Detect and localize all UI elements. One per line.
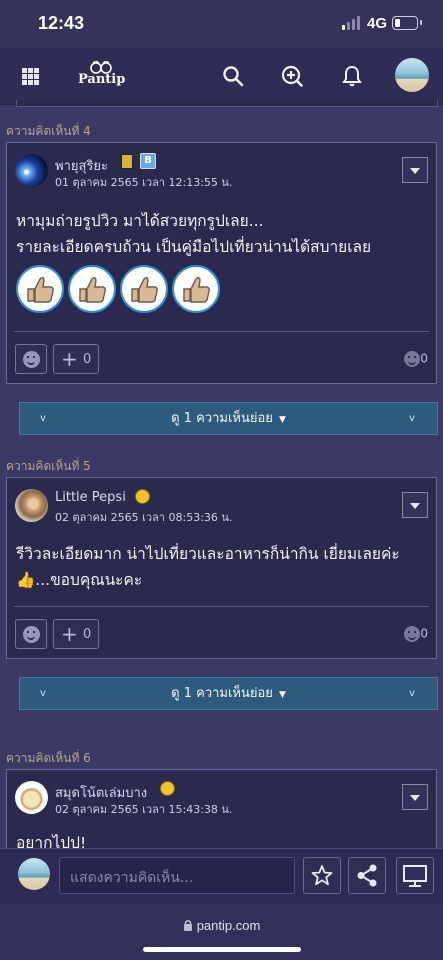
lock-icon bbox=[183, 920, 192, 931]
chevron-down-icon: ▼ bbox=[278, 415, 286, 425]
view-replies-label: ดู 1 ความเห็นย่อย bbox=[171, 686, 273, 701]
desktop-view-button[interactable] bbox=[396, 857, 434, 894]
comment-options-button[interactable] bbox=[402, 157, 428, 183]
favorite-button[interactable] bbox=[303, 857, 341, 894]
search-icon[interactable] bbox=[221, 64, 245, 88]
card-divider bbox=[14, 331, 429, 332]
status-bar: 12:43 4G bbox=[0, 0, 443, 48]
previous-card-edge bbox=[16, 100, 438, 107]
smiley-icon bbox=[23, 626, 40, 643]
comment-line: 👍...ขอบคุณนะคะ bbox=[16, 571, 143, 589]
user-avatar[interactable] bbox=[395, 58, 429, 92]
plus-count: 0 bbox=[83, 627, 92, 642]
smiley-icon bbox=[23, 351, 40, 368]
url-text: pantip.com bbox=[196, 918, 261, 933]
status-time: 12:43 bbox=[38, 13, 85, 33]
browser-address-bar: pantip.com bbox=[0, 904, 443, 960]
view-replies-button[interactable]: v ดู 1 ความเห็นย่อย ▼ v bbox=[19, 677, 438, 710]
comment-line: รายละเอียดครบถ้วน เป็นคู่มือไปเที่ยวน่าน… bbox=[16, 238, 372, 256]
card-divider bbox=[14, 606, 429, 607]
network-type: 4G bbox=[367, 15, 388, 32]
smiley-icon bbox=[404, 351, 421, 367]
thumbs-up-icon bbox=[68, 265, 116, 313]
add-topic-icon[interactable] bbox=[280, 64, 304, 88]
thumbs-up-icon bbox=[120, 265, 168, 313]
emotion-button[interactable] bbox=[15, 344, 47, 374]
plus-icon: + bbox=[61, 347, 78, 371]
chevron-down-icon: v bbox=[409, 688, 415, 699]
author-avatar[interactable] bbox=[15, 781, 48, 814]
author-avatar[interactable] bbox=[15, 154, 48, 187]
battery-icon bbox=[392, 16, 422, 30]
share-button[interactable] bbox=[348, 857, 386, 894]
comment-options-button[interactable] bbox=[402, 492, 428, 518]
star-icon bbox=[311, 865, 333, 886]
thumbs-up-icon bbox=[16, 265, 64, 313]
comment-card: Little Pepsi 02 ตุลาคม 2565 เวลา 08:53:3… bbox=[6, 477, 437, 659]
comment-options-button[interactable] bbox=[402, 784, 428, 810]
chevron-down-icon: v bbox=[40, 413, 46, 424]
comment-compose-bar: แสดงความคิดเห็น... bbox=[0, 848, 443, 905]
thumbs-up-icon bbox=[172, 265, 220, 313]
emotion-count[interactable]: 0 bbox=[404, 351, 428, 367]
author-avatar[interactable] bbox=[15, 489, 48, 522]
view-replies-label: ดู 1 ความเห็นย่อย bbox=[171, 411, 273, 426]
author-name[interactable]: Little Pepsi bbox=[55, 490, 126, 505]
smiley-icon bbox=[404, 626, 421, 642]
comment-line: หามุมถ่ายรูปวิว มาได้สวยทุกรูปเลย... bbox=[16, 212, 264, 230]
monitor-icon bbox=[403, 865, 427, 887]
comment-date: 02 ตุลาคม 2565 เวลา 08:53:36 น. bbox=[55, 511, 233, 524]
plus-vote-button[interactable]: +0 bbox=[53, 344, 99, 374]
comment-body: รีวิวละเอียดมาก น่าไปเที่ยวและอาหารก็น่า… bbox=[16, 541, 400, 593]
comment-card: พายุสุริยะ B 01 ตุลาคม 2565 เวลา 12:13:5… bbox=[6, 142, 437, 384]
emotion-button[interactable] bbox=[15, 619, 47, 649]
signal-icon bbox=[342, 16, 362, 30]
comment-date: 01 ตุลาคม 2565 เวลา 12:13:55 น. bbox=[55, 176, 233, 189]
laughing-emoji-icon bbox=[160, 781, 175, 796]
chevron-down-icon: v bbox=[409, 413, 415, 424]
chevron-down-icon: ▼ bbox=[278, 690, 286, 700]
comment-number-label: ความคิดเห็นที่ 6 bbox=[6, 751, 91, 765]
home-indicator[interactable] bbox=[143, 947, 301, 952]
blogger-badge-icon: B bbox=[140, 153, 156, 169]
comment-date: 02 ตุลาคม 2565 เวลา 15:43:38 น. bbox=[55, 803, 233, 816]
grid-menu-icon[interactable] bbox=[22, 68, 39, 85]
member-badge-icon bbox=[121, 154, 133, 169]
comment-number-label: ความคิดเห็นที่ 4 bbox=[6, 124, 91, 138]
comment-body: หามุมถ่ายรูปวิว มาได้สวยทุกรูปเลย... ราย… bbox=[16, 208, 371, 260]
share-icon bbox=[357, 864, 377, 887]
plus-vote-button[interactable]: +0 bbox=[53, 619, 99, 649]
emotion-count[interactable]: 0 bbox=[404, 626, 428, 642]
user-avatar[interactable] bbox=[18, 858, 50, 890]
view-replies-button[interactable]: v ดู 1 ความเห็นย่อย ▼ v bbox=[19, 402, 438, 435]
top-navigation: Pantip bbox=[0, 48, 443, 105]
chevron-down-icon: v bbox=[40, 688, 46, 699]
bell-icon[interactable] bbox=[340, 64, 364, 88]
laughing-emoji-icon bbox=[135, 489, 150, 504]
comment-line: รีวิวละเอียดมาก น่าไปเที่ยวและอาหารก็น่า… bbox=[16, 545, 400, 563]
comment-number-label: ความคิดเห็นที่ 5 bbox=[6, 459, 91, 473]
comment-input[interactable]: แสดงความคิดเห็น... bbox=[59, 857, 295, 894]
url-display[interactable]: pantip.com bbox=[0, 918, 443, 933]
plus-count: 0 bbox=[83, 352, 92, 367]
plus-icon: + bbox=[61, 622, 78, 646]
logo-text: Pantip bbox=[78, 72, 126, 87]
pantip-logo[interactable]: Pantip bbox=[78, 60, 126, 87]
